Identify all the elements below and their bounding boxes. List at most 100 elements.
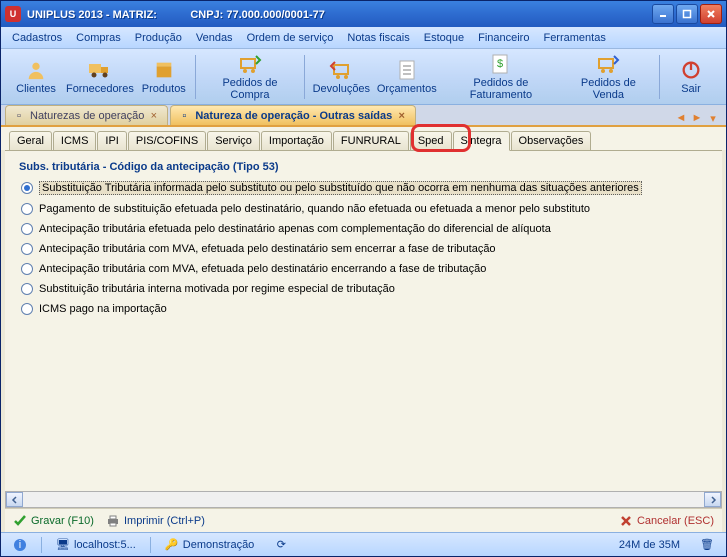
radio-option-2[interactable]: Antecipação tributária efetuada pelo des… [21,223,708,235]
menu-vendas[interactable]: Vendas [189,30,240,46]
menu-estoque[interactable]: Estoque [417,30,471,46]
titlebar: U UNIPLUS 2013 - MATRIZ: CNPJ: 77.000.00… [1,1,726,27]
radio-icon [21,243,33,255]
tab-piscofins[interactable]: PIS/COFINS [128,131,206,150]
tab-sintegra[interactable]: Sintegra [453,131,510,151]
svg-text:$: $ [497,58,503,70]
group-title: Subs. tributária - Código da antecipação… [19,161,708,173]
statusbar: i 🖥localhost:5... 🔑Demonstração ⟳ 24M de… [1,532,726,556]
svg-text:i: i [19,539,21,551]
menubar: Cadastros Compras Produção Vendas Ordem … [1,27,726,49]
app-icon: U [5,6,21,22]
status-demo: 🔑Demonstração [159,538,261,552]
tab-observacoes[interactable]: Observações [511,131,592,150]
save-button[interactable]: Gravar (F10) [13,514,94,528]
radio-icon [21,303,33,315]
print-button[interactable]: Imprimir (Ctrl+P) [106,514,205,528]
horizontal-scrollbar[interactable] [5,491,722,508]
tool-sair[interactable]: Sair [664,56,718,97]
document-tabs: ▫ Naturezas de operação × ▫ Natureza de … [1,105,726,127]
radio-option-6[interactable]: ICMS pago na importação [21,303,708,315]
tool-fornecedores[interactable]: Fornecedores [63,56,137,97]
tab-next-icon[interactable]: ► [690,111,704,125]
truck-icon [86,58,114,82]
tool-pedidos-fat[interactable]: $Pedidos de Faturamento [440,50,562,103]
tool-pedidos-compra[interactable]: Pedidos de Compra [200,50,301,103]
power-icon [677,58,705,82]
menu-notas-fiscais[interactable]: Notas fiscais [340,30,416,46]
close-tab-icon[interactable]: × [148,110,159,121]
title-cnpj: CNPJ: 77.000.000/0001-77 [190,9,325,21]
person-icon [22,58,50,82]
doctab-natureza-edit[interactable]: ▫ Natureza de operação - Outras saídas × [170,105,416,125]
tab-content: Subs. tributária - Código da antecipação… [5,150,722,491]
radio-icon [21,283,33,295]
radio-option-5[interactable]: Substituição tributária interna motivada… [21,283,708,295]
status-info[interactable]: i [7,538,33,552]
scroll-track[interactable] [23,492,704,507]
tab-servico[interactable]: Serviço [207,131,260,150]
status-refresh[interactable]: ⟳ [268,538,294,552]
radio-icon [21,203,33,215]
box-icon [150,58,178,82]
tool-clientes[interactable]: Clientes [9,56,63,97]
tab-sped[interactable]: Sped [410,131,452,150]
tab-ipi[interactable]: IPI [97,131,126,150]
info-icon: i [13,538,27,552]
menu-ferramentas[interactable]: Ferramentas [536,30,612,46]
menu-compras[interactable]: Compras [69,30,128,46]
radio-option-3[interactable]: Antecipação tributária com MVA, efetuada… [21,243,708,255]
tab-menu-icon[interactable]: ▾ [706,111,720,125]
separator [195,55,196,99]
tab-funrural[interactable]: FUNRURAL [333,131,409,150]
check-icon [13,514,27,528]
tab-geral[interactable]: Geral [9,131,52,150]
status-host: 🖥localhost:5... [50,538,142,552]
radio-icon [21,223,33,235]
action-bar: Gravar (F10) Imprimir (Ctrl+P) Cancelar … [5,508,722,532]
app-name: UNIPLUS 2013 - MATRIZ: [27,9,157,21]
separator [304,55,305,99]
maximize-button[interactable] [676,4,698,24]
minimize-button[interactable] [652,4,674,24]
cancel-button[interactable]: Cancelar (ESC) [619,514,714,528]
tool-orcamentos[interactable]: Orçamentos [373,56,440,97]
tool-produtos[interactable]: Produtos [137,56,191,97]
title-text: UNIPLUS 2013 - MATRIZ: CNPJ: 77.000.000/… [27,7,652,21]
close-tab-icon[interactable]: × [396,110,407,121]
document-icon [393,58,421,82]
radio-option-1[interactable]: Pagamento de substituição efetuada pelo … [21,203,708,215]
return-icon [327,58,355,82]
scroll-right-button[interactable] [704,492,721,507]
menu-cadastros[interactable]: Cadastros [5,30,69,46]
cart-out-icon [594,52,622,76]
scroll-left-button[interactable] [6,492,23,507]
x-icon [619,514,633,528]
status-memory: 24M de 35M [613,539,686,551]
radio-icon [21,182,33,194]
tab-prev-icon[interactable]: ◄ [674,111,688,125]
status-gc[interactable]: 🗑 [694,538,720,552]
form-tabs: Geral ICMS IPI PIS/COFINS Serviço Import… [1,127,726,150]
printer-icon [106,514,120,528]
tool-devolucoes[interactable]: Devoluções [309,56,373,97]
menu-financeiro[interactable]: Financeiro [471,30,536,46]
close-button[interactable] [700,4,722,24]
menu-producao[interactable]: Produção [128,30,189,46]
form-icon: ▫ [177,109,191,123]
menu-ordem-servico[interactable]: Ordem de serviço [240,30,341,46]
tab-icms[interactable]: ICMS [53,131,97,150]
doctab-naturezas-list[interactable]: ▫ Naturezas de operação × [5,105,168,125]
radio-option-0[interactable]: Substituição Tributária informada pelo s… [21,181,708,195]
tool-pedidos-venda[interactable]: Pedidos de Venda [562,50,655,103]
tab-importacao[interactable]: Importação [261,131,332,150]
radio-option-4[interactable]: Antecipação tributária com MVA, efetuada… [21,263,708,275]
trash-icon: 🗑 [700,538,714,552]
toolbar: Clientes Fornecedores Produtos Pedidos d… [1,49,726,105]
separator [659,55,660,99]
refresh-icon: ⟳ [274,538,288,552]
cart-in-icon [236,52,264,76]
monitor-icon: 🖥 [56,538,70,552]
invoice-icon: $ [487,52,515,76]
key-icon: 🔑 [165,538,179,552]
